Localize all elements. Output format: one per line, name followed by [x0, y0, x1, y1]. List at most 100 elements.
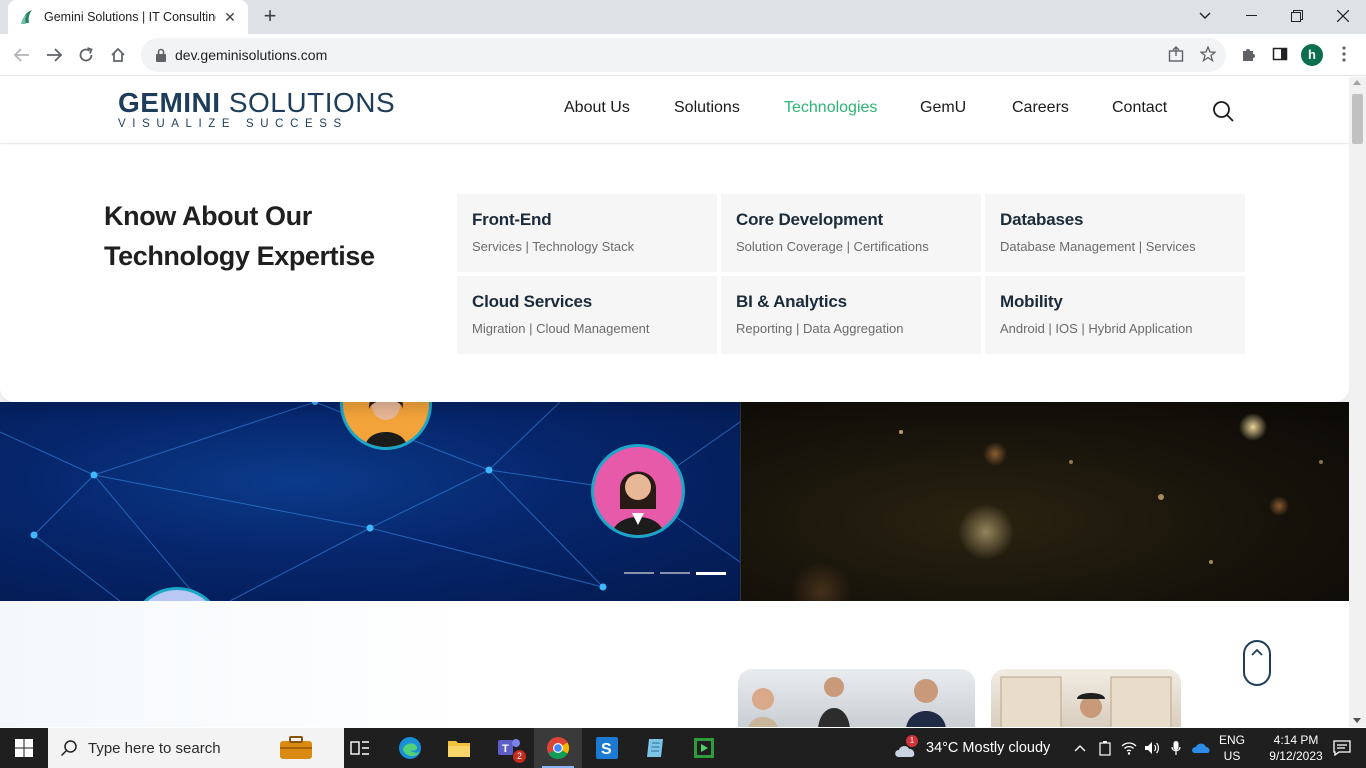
- hero-network-banner: [0, 402, 740, 601]
- share-icon[interactable]: [1165, 43, 1187, 65]
- card-subtitle: Services | Technology Stack: [472, 239, 635, 254]
- battery-icon[interactable]: [1094, 728, 1116, 768]
- weather-widget[interactable]: 1 34°C Mostly cloudy: [893, 728, 1050, 768]
- chrome-icon[interactable]: [534, 728, 582, 768]
- search-icon[interactable]: [1212, 100, 1234, 122]
- taskbar-clock[interactable]: 4:14 PM 9/12/2023: [1268, 732, 1324, 764]
- wifi-icon[interactable]: [1118, 728, 1140, 768]
- url-text: dev.geminisolutions.com: [175, 47, 328, 63]
- card-subtitle: Solution Coverage | Certifications: [736, 239, 929, 254]
- svg-text:T: T: [502, 743, 509, 755]
- card-title: BI & Analytics: [736, 292, 847, 311]
- notifications-icon[interactable]: [1318, 728, 1366, 768]
- onedrive-cloud-icon[interactable]: [1189, 728, 1213, 768]
- page-viewport: GEMINI SOLUTIONS VISUALIZE SUCCESS About…: [0, 77, 1349, 727]
- home-icon[interactable]: [106, 43, 130, 67]
- scroll-up-arrow-icon[interactable]: [1353, 80, 1361, 85]
- card-title: Cloud Services: [472, 292, 593, 311]
- file-explorer-icon[interactable]: [435, 728, 483, 768]
- task-view-icon[interactable]: [336, 728, 384, 768]
- taskbar-search-box[interactable]: Type here to search: [48, 728, 344, 768]
- clock-time: 4:14 PM: [1273, 733, 1319, 747]
- back-arrow-icon[interactable]: [10, 43, 34, 67]
- edge-browser-icon[interactable]: [386, 728, 434, 768]
- nav-about-us[interactable]: About Us: [564, 99, 630, 117]
- card-subtitle: Migration | Cloud Management: [472, 321, 650, 336]
- carousel-dot[interactable]: [624, 572, 654, 574]
- nav-contact[interactable]: Contact: [1112, 99, 1167, 117]
- carousel-indicators: [624, 572, 726, 575]
- page-scrollbar[interactable]: [1349, 77, 1366, 727]
- person-photo-icon: [612, 471, 664, 535]
- volume-icon[interactable]: [1141, 728, 1163, 768]
- close-window-icon[interactable]: [1320, 0, 1366, 32]
- teams-badge: 2: [513, 750, 526, 763]
- logo-brand-light: SOLUTIONS: [228, 87, 396, 118]
- new-tab-plus-icon[interactable]: +: [258, 5, 282, 29]
- app-s-icon[interactable]: S: [583, 728, 631, 768]
- minimize-icon[interactable]: [1228, 0, 1274, 32]
- card-subtitle: Reporting | Data Aggregation: [736, 321, 904, 336]
- tab-search-chevron-icon[interactable]: [1182, 0, 1228, 32]
- profile-avatar[interactable]: h: [1301, 44, 1323, 66]
- weather-alert-badge: 1: [906, 735, 918, 747]
- scroll-down-arrow-icon[interactable]: [1353, 718, 1361, 723]
- gemini-favicon-icon: [21, 10, 32, 24]
- nav-solutions[interactable]: Solutions: [674, 99, 740, 117]
- nav-technologies[interactable]: Technologies: [784, 99, 877, 117]
- team-member-avatar: [591, 444, 685, 538]
- close-tab-icon[interactable]: ✕: [222, 9, 238, 26]
- tab-title: Gemini Solutions | IT Consulting,: [44, 10, 216, 24]
- card-cloud-services[interactable]: Cloud Services Migration | Cloud Managem…: [457, 276, 717, 354]
- bookshelf-photo-icon: [1000, 676, 1172, 727]
- extensions-puzzle-icon[interactable]: [1237, 43, 1259, 65]
- show-hidden-icons-chevron-icon[interactable]: [1068, 728, 1092, 768]
- card-title: Mobility: [1000, 292, 1063, 311]
- logo-wordmark: GEMINI SOLUTIONS: [118, 89, 395, 117]
- technologies-mega-menu: Know About Our Technology Expertise Fron…: [0, 145, 1349, 402]
- clock-date: 9/12/2023: [1269, 749, 1323, 763]
- side-panel-icon[interactable]: [1269, 43, 1291, 65]
- svg-text:S: S: [601, 741, 612, 758]
- bookmark-star-icon[interactable]: [1197, 43, 1219, 65]
- weather-text: 34°C Mostly cloudy: [926, 740, 1051, 756]
- office-team-photo: [738, 669, 975, 727]
- teams-icon[interactable]: T 2: [485, 728, 533, 768]
- browser-tab[interactable]: Gemini Solutions | IT Consulting, ✕: [8, 0, 248, 34]
- logo-brand-bold: GEMINI: [118, 87, 221, 118]
- carousel-dot-active[interactable]: [696, 572, 726, 575]
- card-title: Core Development: [736, 210, 884, 229]
- bokeh-lights-graphic: [791, 413, 1323, 601]
- lock-icon[interactable]: [155, 48, 167, 62]
- card-front-end[interactable]: Front-End Services | Technology Stack: [457, 194, 717, 272]
- chevron-up-icon: [1251, 648, 1263, 656]
- carousel-dot[interactable]: [660, 572, 690, 574]
- restore-icon[interactable]: [1274, 0, 1320, 32]
- nav-careers[interactable]: Careers: [1012, 99, 1069, 117]
- notepad-icon[interactable]: [632, 728, 680, 768]
- windows-start-icon[interactable]: [0, 728, 48, 768]
- browser-menu-kebab-icon[interactable]: [1333, 43, 1355, 65]
- card-mobility[interactable]: Mobility Android | IOS | Hybrid Applicat…: [985, 276, 1245, 354]
- nav-gemu[interactable]: GemU: [920, 99, 966, 117]
- media-player-icon[interactable]: [680, 728, 728, 768]
- region-code: US: [1223, 749, 1241, 763]
- card-databases[interactable]: Databases Database Management | Services: [985, 194, 1245, 272]
- card-title: Front-End: [472, 210, 552, 229]
- address-bar[interactable]: dev.geminisolutions.com: [141, 38, 1226, 72]
- microphone-icon[interactable]: [1165, 728, 1187, 768]
- card-title: Databases: [1000, 210, 1084, 229]
- gemini-logo[interactable]: GEMINI SOLUTIONS VISUALIZE SUCCESS: [116, 85, 395, 135]
- card-core-development[interactable]: Core Development Solution Coverage | Cer…: [721, 194, 981, 272]
- hero-bokeh-banner: [740, 402, 1349, 601]
- reload-icon[interactable]: [74, 43, 98, 67]
- forward-arrow-icon[interactable]: [42, 43, 66, 67]
- input-language-indicator[interactable]: ENG US: [1218, 728, 1246, 768]
- mega-menu-heading: Know About Our Technology Expertise: [104, 201, 375, 271]
- scroll-to-top-button[interactable]: [1243, 640, 1271, 686]
- card-bi-analytics[interactable]: BI & Analytics Reporting | Data Aggregat…: [721, 276, 981, 354]
- card-subtitle: Android | IOS | Hybrid Application: [1000, 321, 1193, 336]
- language-code: ENG: [1218, 733, 1245, 747]
- scrollbar-thumb[interactable]: [1352, 94, 1363, 144]
- office-workspace-photo: [991, 669, 1181, 727]
